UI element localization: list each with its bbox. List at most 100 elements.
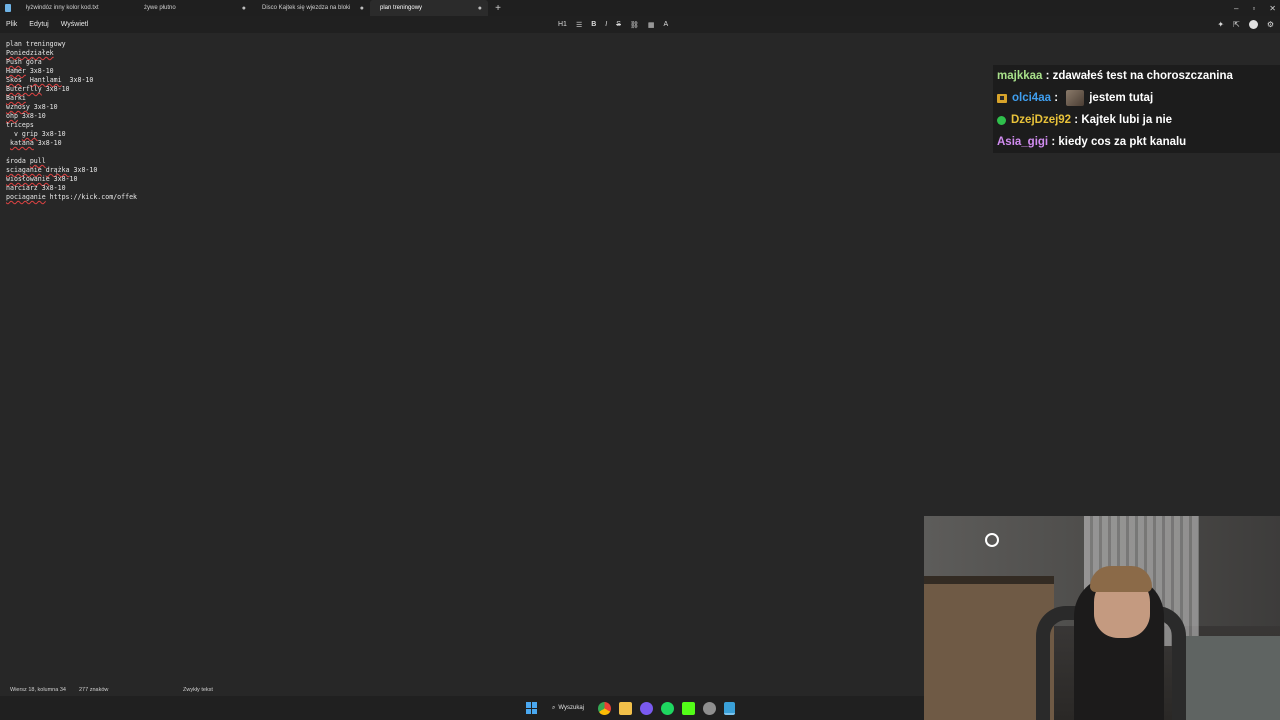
link-icon[interactable]: ⛓ xyxy=(630,21,639,29)
list-icon[interactable]: ☰ xyxy=(576,21,582,29)
editor-line: v grip 3x8-10 xyxy=(6,130,66,138)
editor-line: ohp 3x8-10 xyxy=(6,112,46,120)
menu-file[interactable]: Plik xyxy=(0,21,23,28)
verified-badge-icon xyxy=(997,115,1006,125)
spellcheck-mark[interactable]: katana xyxy=(10,139,34,147)
settings-gear-icon[interactable]: ⚙ xyxy=(1267,20,1274,29)
tab-disco-kajtek[interactable]: Disco Kajtek się wjezdza na bloki ● xyxy=(252,0,370,16)
header-right-icons: ✦ ⇱ ⚙ xyxy=(1217,16,1274,33)
share-icon[interactable]: ⇱ xyxy=(1233,20,1240,29)
editor-line: Push góra xyxy=(6,58,42,66)
editor-line: sciaganie drążka 3x8-10 xyxy=(6,166,98,174)
search-label: Wyszukaj xyxy=(558,705,584,711)
windows-taskbar: ⌕ Wyszukaj xyxy=(0,696,924,720)
editor-line: wznosy 3x8-10 xyxy=(6,103,58,111)
notepad-icon xyxy=(0,0,16,16)
tab-plan-treningowy[interactable]: plan treningowy ● xyxy=(370,0,488,16)
status-bar: Wiersz 18, kolumna 34 277 znaków Zwykły … xyxy=(0,684,924,696)
close-button[interactable]: ✕ xyxy=(1269,4,1276,13)
clear-format-icon[interactable]: A xyxy=(663,21,668,28)
search-icon: ⌕ xyxy=(552,704,556,711)
spellcheck-mark[interactable]: Skos xyxy=(6,76,22,84)
spellcheck-mark[interactable]: pull xyxy=(30,157,46,165)
tab-label: łyżwindóz inny kolor kod.txt xyxy=(26,5,99,11)
chat-message: majkkaa : zdawałeś test na choroszczanin… xyxy=(993,65,1280,87)
chat-separator: : xyxy=(1042,70,1053,82)
spellcheck-mark[interactable]: sciaganie xyxy=(6,166,42,174)
spellcheck-mark[interactable]: wznosy xyxy=(6,103,30,111)
tab-label: plan treningowy xyxy=(380,5,423,11)
chat-username: majkkaa xyxy=(997,70,1043,82)
spellcheck-mark[interactable]: pociaganie xyxy=(6,193,46,201)
new-tab-button[interactable]: + xyxy=(488,3,508,14)
chat-separator: : xyxy=(1048,136,1059,148)
webcam-shelf xyxy=(924,576,1054,720)
spellcheck-mark[interactable]: Push xyxy=(6,58,22,66)
tab-kolor-kod[interactable]: łyżwindóz inny kolor kod.txt xyxy=(16,0,134,16)
notepad-taskbar-icon[interactable] xyxy=(724,701,735,715)
restore-button[interactable]: ▫ xyxy=(1252,4,1255,13)
taskbar-search[interactable]: ⌕ Wyszukaj xyxy=(546,700,590,716)
char-count: 277 znaków xyxy=(79,687,109,693)
obs-icon[interactable] xyxy=(703,701,716,715)
kick-icon[interactable] xyxy=(682,701,695,715)
chat-username: Asia_gigi xyxy=(997,136,1049,148)
spellcheck-mark[interactable]: Hamer xyxy=(6,67,26,75)
spellcheck-mark[interactable]: wiosłowanie xyxy=(6,175,50,183)
italic-button[interactable]: I xyxy=(605,21,607,28)
menu-view[interactable]: Wyświetl xyxy=(55,21,95,28)
tab-zywe-plutno[interactable]: żywe płutno ● xyxy=(134,0,252,16)
copilot-icon[interactable]: ✦ xyxy=(1217,20,1224,29)
account-avatar[interactable] xyxy=(1248,20,1258,29)
bold-button[interactable]: B xyxy=(591,21,596,28)
editor-line: wiosłowanie 3x8-10 xyxy=(6,175,78,183)
spellcheck-mark[interactable]: drążka xyxy=(46,166,70,174)
editor-line: Hamer 3x8-10 xyxy=(6,67,54,75)
minimize-button[interactable]: – xyxy=(1234,4,1238,13)
unsaved-dot-icon[interactable]: ● xyxy=(242,5,246,12)
unsaved-dot-icon[interactable]: ● xyxy=(478,5,482,12)
chat-text: jestem tutaj xyxy=(1089,92,1154,104)
chat-message: Asia_gigi : kiedy cos za pkt kanalu xyxy=(993,131,1280,153)
chat-separator: : xyxy=(1051,92,1062,104)
chat-username: olci4aa xyxy=(1012,92,1051,104)
cursor-position: Wiersz 18, kolumna 34 xyxy=(10,687,66,693)
webcam-hair xyxy=(1090,566,1152,592)
spellcheck-mark[interactable]: Barki xyxy=(6,94,26,102)
webcam-shelf-top xyxy=(924,576,1054,584)
heading-dropdown[interactable]: H1 xyxy=(558,21,567,28)
start-windows-icon[interactable] xyxy=(526,702,538,714)
editor-line: Poniedziałek xyxy=(6,49,606,58)
emote-icon xyxy=(1066,90,1085,106)
window-controls: – ▫ ✕ xyxy=(1234,0,1276,16)
spellcheck-mark[interactable]: Buterflly xyxy=(6,85,42,93)
menu-edit[interactable]: Edytuj xyxy=(23,21,54,28)
subscriber-badge-icon xyxy=(997,93,1007,103)
file-explorer-icon[interactable] xyxy=(619,701,632,715)
webcam-sofa xyxy=(1174,636,1280,720)
tab-label: żywe płutno xyxy=(144,5,176,11)
editor-line: triceps xyxy=(6,121,34,129)
editor-line: narciarz 3x8-10 xyxy=(6,184,66,192)
chat-username: DzejDzej92 xyxy=(1011,114,1072,126)
spellcheck-mark[interactable]: Poniedziałek xyxy=(6,49,54,57)
chrome-icon[interactable] xyxy=(598,701,611,715)
chat-message: olci4aa : jestem tutaj xyxy=(993,87,1280,109)
tab-label: Disco Kajtek się wjezdza na bloki xyxy=(262,5,351,11)
format-toolbar: H1 ☰ B I S ⛓ ▦ A xyxy=(558,16,668,33)
table-icon[interactable]: ▦ xyxy=(648,21,655,29)
strikethrough-button[interactable]: S xyxy=(616,21,621,28)
spellcheck-mark[interactable]: grip xyxy=(22,130,38,138)
unsaved-dot-icon[interactable]: ● xyxy=(360,5,364,12)
spotify-icon[interactable] xyxy=(661,701,674,715)
text-editor[interactable]: plan treningowy Poniedziałek Push góra Hame… xyxy=(6,40,606,202)
messenger-icon[interactable] xyxy=(640,701,653,715)
editor-line: katana 3x8-10 xyxy=(9,139,62,147)
mouse-cursor-ring-icon xyxy=(985,533,999,547)
spellcheck-mark[interactable]: ohp xyxy=(6,112,18,120)
spellcheck-mark[interactable]: Hantlami xyxy=(30,76,62,84)
editor-line: pociaganie https://kick.com/offek xyxy=(6,193,138,201)
text-mode[interactable]: Zwykły tekst xyxy=(183,687,213,693)
chat-text: zdawałeś test na choroszczanina xyxy=(1052,70,1233,82)
